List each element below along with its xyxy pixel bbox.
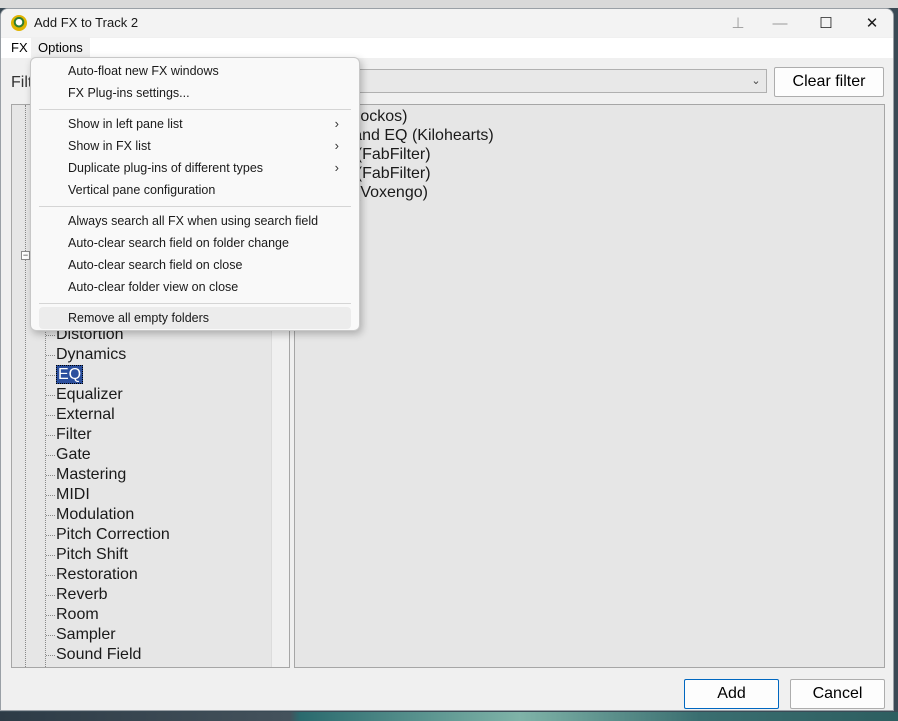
menu-separator <box>39 206 351 207</box>
menu-item-auto-float[interactable]: Auto-float new FX windows <box>39 60 351 82</box>
chevron-down-icon[interactable]: ⌄ <box>748 73 764 89</box>
menu-item-clear-folder-on-close[interactable]: Auto-clear folder view on close <box>39 276 351 298</box>
desktop-strip-bottom <box>0 712 898 721</box>
menu-item-clear-search-on-close[interactable]: Auto-clear search field on close <box>39 254 351 276</box>
tree-item[interactable]: Modulation <box>12 505 170 525</box>
clear-filter-button[interactable]: Clear filter <box>774 67 884 97</box>
menu-item-show-left-pane[interactable]: Show in left pane list › <box>39 113 351 135</box>
menu-item-vertical-pane[interactable]: Vertical pane configuration <box>39 179 351 201</box>
menu-options[interactable]: Options <box>31 38 90 58</box>
tree-item[interactable]: Equalizer <box>12 385 170 405</box>
collapse-icon[interactable]: − <box>21 251 30 260</box>
add-button[interactable]: Add <box>684 679 779 709</box>
tree-item[interactable]: Pitch Correction <box>12 525 170 545</box>
tree-item[interactable]: EQ <box>12 365 170 385</box>
tree-item-label: Restoration <box>56 566 138 583</box>
tree-item-label: External <box>56 406 115 423</box>
tree-item[interactable]: External <box>12 405 170 425</box>
tree-item-label: Sampler <box>56 626 116 643</box>
minimize-icon[interactable]: — <box>757 9 803 37</box>
tree-item[interactable]: MIDI <box>12 485 170 505</box>
menu-bar: FX Options <box>1 38 893 58</box>
options-menu: Auto-float new FX windows FX Plug-ins se… <box>30 57 360 331</box>
menu-item-always-search[interactable]: Always search all FX when using search f… <box>39 210 351 232</box>
cancel-button[interactable]: Cancel <box>790 679 885 709</box>
tree-item[interactable]: Filter <box>12 425 170 445</box>
tree-item-label: Mastering <box>56 466 127 483</box>
title-bar[interactable]: Add FX to Track 2 ⊥ — ☐ ✕ <box>1 9 893 37</box>
pin-icon[interactable]: ⊥ <box>715 9 761 37</box>
maximize-icon[interactable]: ☐ <box>803 9 849 37</box>
chevron-right-icon: › <box>334 116 339 131</box>
tree-item[interactable]: Room <box>12 605 170 625</box>
tree-item[interactable]: Sampler <box>12 625 170 645</box>
tree-item-label: MIDI <box>56 486 90 503</box>
tree-item[interactable]: Gate <box>12 445 170 465</box>
tree-item-label: Gate <box>56 446 91 463</box>
tree-item-label: Dynamics <box>56 346 127 363</box>
menu-item-show-fx-list[interactable]: Show in FX list › <box>39 135 351 157</box>
window-title: Add FX to Track 2 <box>34 15 139 30</box>
filter-input[interactable]: ⌄ <box>301 69 767 93</box>
reaper-app-icon <box>11 15 27 31</box>
tree-item-label: Room <box>56 606 99 623</box>
tree-item-label: Pitch Shift <box>56 546 129 563</box>
menu-item-clear-on-folder-change[interactable]: Auto-clear search field on folder change <box>39 232 351 254</box>
tree-item-label: Reverb <box>56 586 108 603</box>
menu-separator <box>39 303 351 304</box>
menu-fx[interactable]: FX <box>11 40 28 55</box>
tree-item-label: Filter <box>56 426 92 443</box>
tree-item[interactable]: Dynamics <box>12 345 170 365</box>
tree-item[interactable]: Sound Field <box>12 645 170 665</box>
tree-item-label: Pitch Correction <box>56 526 170 543</box>
tree-item-label: Modulation <box>56 506 135 523</box>
menu-item-plugin-settings[interactable]: FX Plug-ins settings... <box>39 82 351 104</box>
folder-tree-list: Distortion Dynamics EQ Equalizer External Fil… <box>12 325 170 665</box>
tree-item[interactable]: Reverb <box>12 585 170 605</box>
chevron-right-icon: › <box>334 160 339 175</box>
close-icon[interactable]: ✕ <box>849 9 893 37</box>
chevron-right-icon: › <box>334 138 339 153</box>
tree-item[interactable]: Restoration <box>12 565 170 585</box>
tree-item-label: Equalizer <box>56 386 123 403</box>
desktop-strip-top <box>0 0 898 8</box>
menu-item-remove-empty-folders[interactable]: Remove all empty folders <box>39 307 351 329</box>
fx-list-pane[interactable]: aEQ (Cockos)ds 3-Band EQ (Kilohearts)ro-… <box>294 104 885 668</box>
tree-item-label: EQ <box>56 365 84 384</box>
tree-item-label: Sound Field <box>56 646 142 663</box>
tree-item[interactable]: Mastering <box>12 465 170 485</box>
menu-item-duplicate-plugins[interactable]: Duplicate plug-ins of different types › <box>39 157 351 179</box>
tree-item[interactable]: Pitch Shift <box>12 545 170 565</box>
menu-separator <box>39 109 351 110</box>
